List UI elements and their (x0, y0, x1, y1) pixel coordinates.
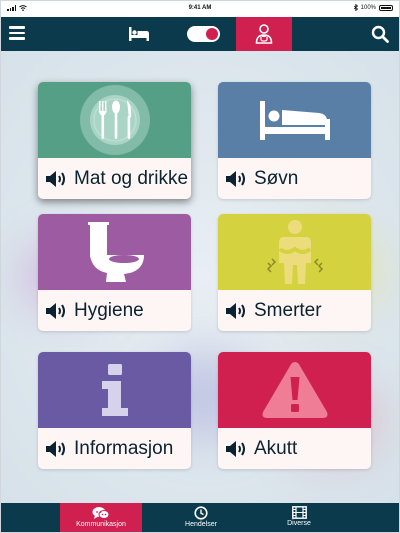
card-label: Mat og drikke (74, 167, 189, 189)
tab-label: Kommunikasjon (76, 521, 126, 528)
hamburger-menu-icon[interactable] (9, 26, 25, 42)
card-label: Smerter (254, 299, 322, 321)
card-sovn[interactable]: Søvn (218, 82, 371, 199)
status-time: 9:41 AM (188, 5, 212, 11)
card-label-row: Hygiene (38, 290, 191, 331)
toilet-icon (87, 222, 144, 282)
film-icon (291, 506, 307, 519)
tab-label: Diverse (287, 520, 311, 527)
info-icon (101, 364, 128, 416)
bottom-tab-bar: Kommunikasjon Hendelser Diverse (1, 503, 399, 532)
pain-icon (266, 220, 323, 284)
status-bar: 9:41 AM 100% (1, 1, 399, 17)
chat-icon (92, 507, 110, 519)
card-label: Akutt (254, 437, 298, 459)
card-image-area (218, 352, 371, 428)
card-label-row: Mat og drikke (38, 158, 191, 199)
mode-toggle[interactable] (187, 26, 220, 42)
tablet-screen: 9:41 AM 100% Mat og drikke Søvn Hygiene … (0, 0, 400, 533)
card-label-row: Informasjon (38, 428, 191, 469)
speaker-icon[interactable] (45, 440, 69, 458)
speaker-icon[interactable] (225, 302, 249, 320)
tab-diverse[interactable]: Diverse (259, 503, 339, 532)
toggle-knob (206, 28, 218, 40)
card-image-area (218, 214, 371, 290)
status-right: 100% (353, 4, 393, 11)
card-smerter[interactable]: Smerter (218, 214, 371, 331)
utensils-icon (79, 85, 150, 155)
card-label-row: Smerter (218, 290, 371, 331)
card-label-row: Søvn (218, 158, 371, 199)
card-akutt[interactable]: Akutt (218, 352, 371, 469)
battery-percent: 100% (360, 4, 376, 11)
speaker-icon[interactable] (225, 170, 249, 188)
clock-icon (194, 506, 208, 520)
bed-icon (259, 101, 330, 140)
battery-icon (379, 4, 393, 11)
card-mat-og-drikke[interactable]: Mat og drikke (38, 82, 191, 199)
card-label-row: Akutt (218, 428, 371, 469)
top-navigation-bar (1, 17, 399, 51)
bluetooth-icon (353, 4, 358, 11)
card-hygiene[interactable]: Hygiene (38, 214, 191, 331)
doctor-tab[interactable] (236, 17, 292, 51)
card-image-area (218, 82, 371, 158)
card-informasjon[interactable]: Informasjon (38, 352, 191, 469)
tab-label: Hendelser (185, 521, 217, 528)
doctor-icon (255, 24, 273, 44)
tab-hendelser[interactable]: Hendelser (161, 503, 241, 532)
speaker-icon[interactable] (45, 170, 69, 188)
search-icon[interactable] (371, 25, 389, 43)
speaker-icon[interactable] (225, 440, 249, 458)
card-image-area (38, 82, 191, 158)
main-content: Mat og drikke Søvn Hygiene Smerter Infor… (1, 51, 399, 503)
card-label: Hygiene (74, 299, 144, 321)
warning-icon (262, 362, 327, 418)
speaker-icon[interactable] (45, 302, 69, 320)
tab-kommunikasjon[interactable]: Kommunikasjon (60, 503, 142, 532)
bed-icon[interactable] (128, 25, 150, 43)
card-label: Informasjon (74, 437, 174, 459)
card-label: Søvn (254, 167, 299, 189)
card-image-area (38, 352, 191, 428)
card-image-area (38, 214, 191, 290)
